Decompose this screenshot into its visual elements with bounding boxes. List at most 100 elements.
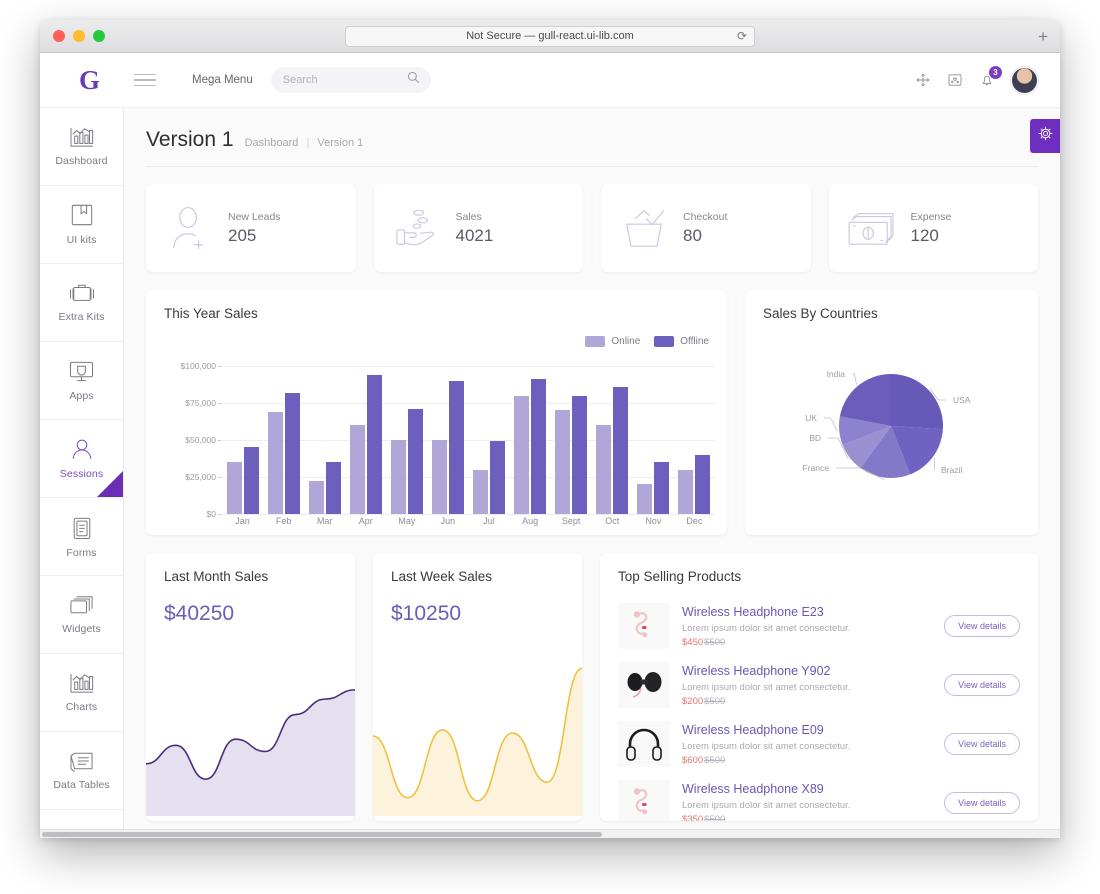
- maximize-window-button[interactable]: [93, 30, 105, 42]
- bar-online[interactable]: [267, 411, 283, 514]
- bar-online[interactable]: [555, 410, 571, 514]
- browser-titlebar: Not Secure — gull-react.ui-lib.com ⟳ +: [40, 20, 1060, 53]
- basket-check-icon: [615, 205, 673, 251]
- stat-card-expense[interactable]: Expense 120: [828, 184, 1038, 272]
- sidebar-item-forms[interactable]: Forms: [40, 498, 123, 576]
- sidebar-item-charts[interactable]: Charts: [40, 654, 123, 732]
- bar-offline[interactable]: [448, 380, 464, 514]
- theme-settings-button[interactable]: [1030, 119, 1060, 153]
- pie-slice-usa[interactable]: [891, 374, 943, 430]
- sidebar-item-apps[interactable]: Apps: [40, 342, 123, 420]
- bar-offline[interactable]: [243, 447, 259, 514]
- bar-online[interactable]: [390, 440, 406, 514]
- bar-offline[interactable]: [613, 386, 629, 514]
- product-row[interactable]: Wireless Headphone E23 Lorem ipsum dolor…: [618, 596, 1020, 655]
- sidebar-item-dashboard[interactable]: Dashboard: [40, 108, 123, 186]
- bar-online[interactable]: [514, 395, 530, 514]
- bar-group[interactable]: [427, 366, 468, 514]
- bar-offline[interactable]: [366, 374, 382, 514]
- bar-offline[interactable]: [695, 454, 711, 514]
- bar-online[interactable]: [308, 481, 324, 514]
- product-info: Wireless Headphone E09 Lorem ipsum dolor…: [682, 723, 932, 766]
- bar-offline[interactable]: [531, 379, 547, 514]
- bar-offline[interactable]: [284, 392, 300, 514]
- book-icon: [70, 203, 94, 227]
- bar-online[interactable]: [226, 462, 242, 514]
- stat-card-checkout[interactable]: Checkout 80: [601, 184, 811, 272]
- reload-icon[interactable]: ⟳: [737, 30, 747, 42]
- bar-group[interactable]: [304, 366, 345, 514]
- month-area-chart: [146, 641, 355, 821]
- fullscreen-icon[interactable]: [915, 72, 931, 88]
- bar-group[interactable]: [222, 366, 263, 514]
- legend-swatch: [654, 336, 675, 347]
- bar-group[interactable]: [468, 366, 509, 514]
- legend-item-online[interactable]: Online: [585, 336, 640, 347]
- bar-group[interactable]: [510, 366, 551, 514]
- product-row[interactable]: Wireless Headphone Y902 Lorem ipsum dolo…: [618, 655, 1020, 714]
- new-tab-button[interactable]: +: [1038, 28, 1048, 45]
- bar-offline[interactable]: [325, 462, 341, 514]
- pie-label-india: India: [827, 369, 846, 379]
- product-name[interactable]: Wireless Headphone X89: [682, 782, 932, 796]
- search-icon: [407, 71, 420, 89]
- view-details-button[interactable]: View details: [944, 733, 1020, 755]
- sparkline-path: [373, 667, 582, 802]
- product-name[interactable]: Wireless Headphone Y902: [682, 664, 932, 678]
- search-box[interactable]: [270, 67, 431, 93]
- y-axis-tick: $75,000: [164, 398, 221, 408]
- scrollbar-thumb[interactable]: [42, 832, 602, 837]
- table-icon: [68, 750, 95, 772]
- layers-icon: [68, 594, 95, 616]
- bar-online[interactable]: [596, 425, 612, 514]
- sidebar-item-ui-kits[interactable]: UI kits: [40, 186, 123, 264]
- bar-group[interactable]: [263, 366, 304, 514]
- legend-item-offline[interactable]: Offline: [654, 336, 709, 347]
- bar-offline[interactable]: [654, 462, 670, 514]
- bar-online[interactable]: [473, 469, 488, 514]
- menu-toggle-button[interactable]: [134, 73, 174, 87]
- pie-label-bd: BD: [809, 433, 821, 443]
- address-bar[interactable]: Not Secure — gull-react.ui-lib.com ⟳: [345, 25, 755, 47]
- sidebar-item-data-tables[interactable]: Data Tables: [40, 732, 123, 810]
- view-details-button[interactable]: View details: [944, 792, 1020, 814]
- window-controls[interactable]: [40, 30, 105, 42]
- bar-group[interactable]: [633, 366, 674, 514]
- bar-group[interactable]: [345, 366, 386, 514]
- breadcrumb-root[interactable]: Dashboard: [245, 137, 299, 149]
- view-details-button[interactable]: View details: [944, 615, 1020, 637]
- week-line-chart: [373, 641, 582, 821]
- sidebar-item-extra-kits[interactable]: Extra Kits: [40, 264, 123, 342]
- bell-icon[interactable]: 3: [979, 66, 1002, 88]
- sparkline-svg: [146, 689, 355, 816]
- pie-label-brazil: Brazil: [941, 465, 962, 475]
- search-input[interactable]: [282, 74, 419, 86]
- avatar[interactable]: [1011, 66, 1038, 94]
- app-logo[interactable]: G: [58, 65, 120, 96]
- view-details-button[interactable]: View details: [944, 674, 1020, 696]
- mega-menu-button[interactable]: Mega Menu: [192, 74, 253, 86]
- product-name[interactable]: Wireless Headphone E09: [682, 723, 932, 737]
- minimize-window-button[interactable]: [73, 30, 85, 42]
- bar-online[interactable]: [678, 469, 694, 514]
- bar-group[interactable]: [551, 366, 592, 514]
- bar-online[interactable]: [349, 425, 365, 514]
- close-window-button[interactable]: [53, 30, 65, 42]
- stat-card-sales[interactable]: Sales 4021: [373, 184, 583, 272]
- product-row[interactable]: Wireless Headphone E09 Lorem ipsum dolor…: [618, 714, 1020, 773]
- sidebar-item-sessions[interactable]: Sessions: [40, 420, 123, 498]
- bar-offline[interactable]: [490, 441, 505, 514]
- bar-online[interactable]: [637, 484, 653, 514]
- product-row[interactable]: Wireless Headphone X89 Lorem ipsum dolor…: [618, 773, 1020, 821]
- bar-group[interactable]: [674, 366, 715, 514]
- sidebar-item-widgets[interactable]: Widgets: [40, 576, 123, 654]
- apps-grid-icon[interactable]: [947, 72, 963, 88]
- bar-offline[interactable]: [572, 395, 588, 514]
- bar-offline[interactable]: [407, 408, 423, 514]
- horizontal-scrollbar[interactable]: [40, 829, 1060, 838]
- product-name[interactable]: Wireless Headphone E23: [682, 605, 932, 619]
- bar-group[interactable]: [386, 366, 427, 514]
- bar-group[interactable]: [592, 366, 633, 514]
- bar-online[interactable]: [431, 440, 447, 514]
- stat-card-new-leads[interactable]: New Leads 205: [146, 184, 356, 272]
